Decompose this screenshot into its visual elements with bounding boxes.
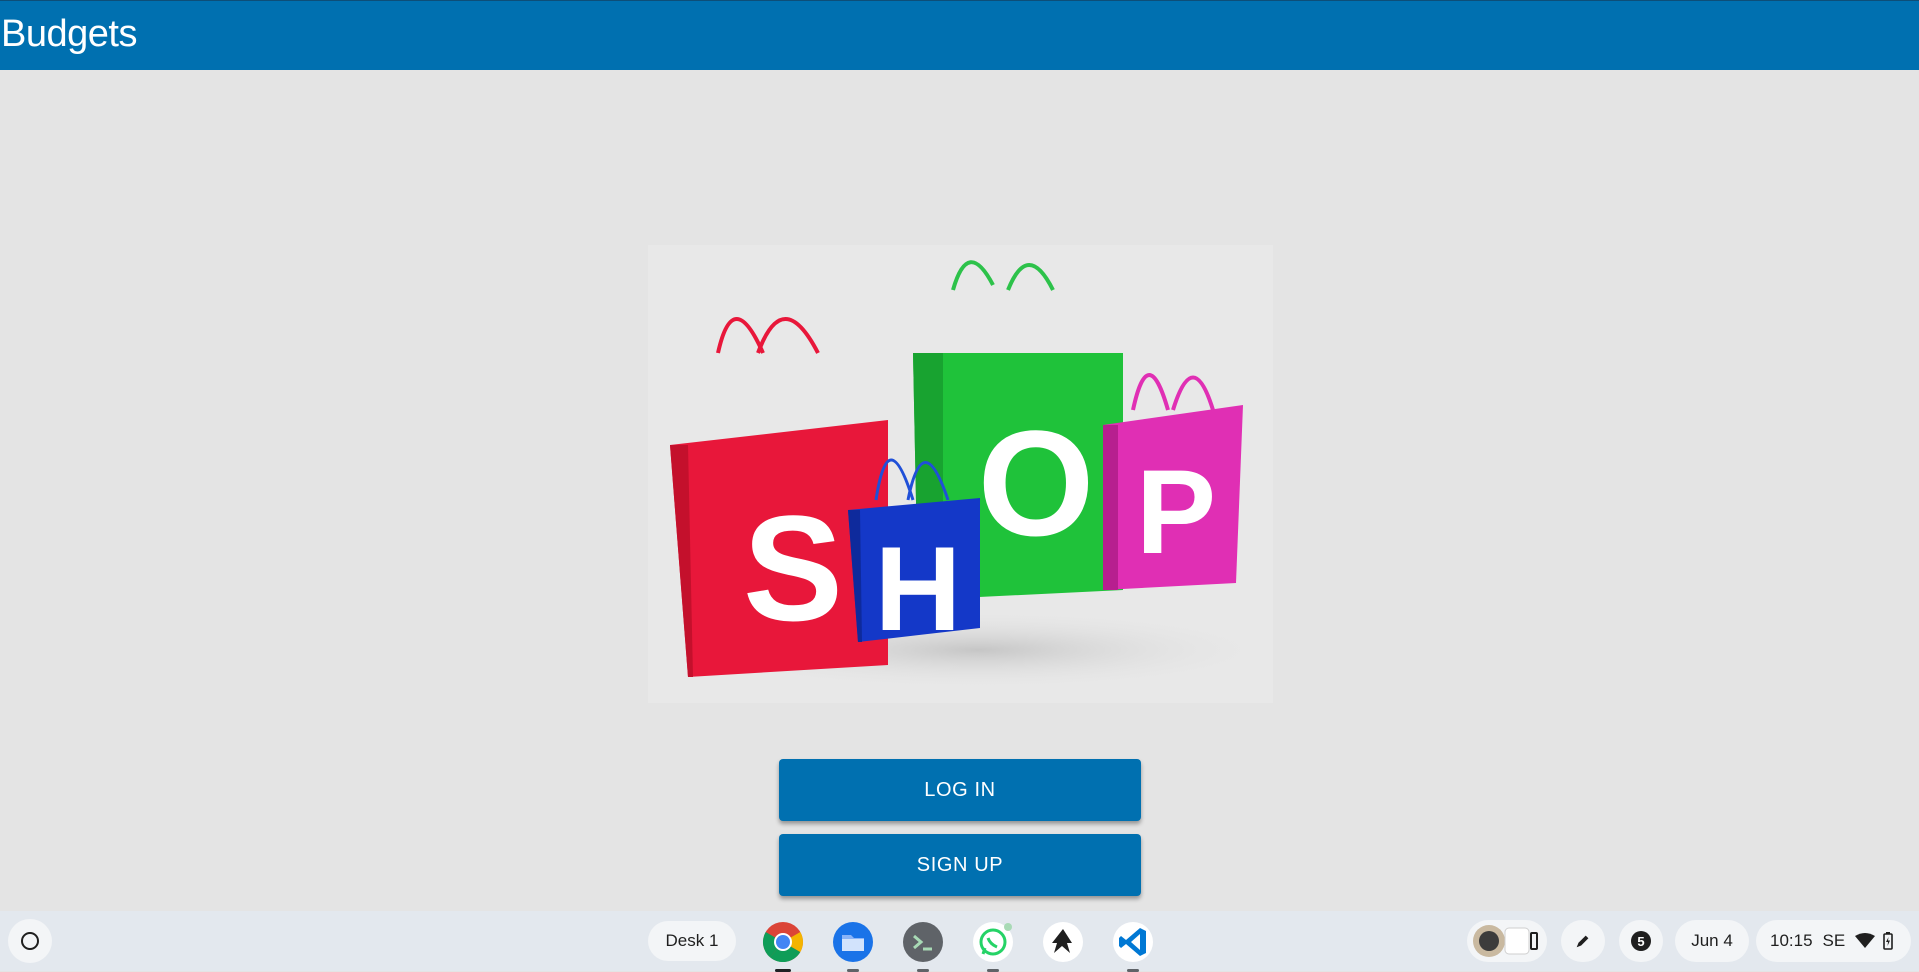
- notifications-button[interactable]: 5: [1619, 920, 1663, 962]
- app-bar: Budgets: [0, 0, 1919, 70]
- terminal-icon[interactable]: [902, 921, 944, 972]
- notification-count-badge: 5: [1631, 931, 1651, 951]
- system-shelf: Desk 1 5 Jun 4 10:15 SE: [0, 911, 1919, 972]
- vscode-icon[interactable]: [1112, 921, 1154, 972]
- signup-button[interactable]: SIGN UP: [779, 834, 1141, 896]
- date-button[interactable]: Jun 4: [1675, 920, 1749, 962]
- wifi-icon: [1855, 933, 1876, 948]
- clock: 10:15: [1770, 931, 1813, 950]
- bag-p-letter: P: [1136, 445, 1216, 579]
- app-title: Budgets: [1, 13, 137, 55]
- stylus-tools-button[interactable]: [1561, 920, 1605, 962]
- bag-h-letter: H: [875, 522, 962, 656]
- battery-icon: [1883, 932, 1894, 950]
- inkscape-icon[interactable]: [1042, 921, 1084, 963]
- date-label: Jun 4: [1691, 931, 1733, 950]
- chrome-icon[interactable]: [762, 921, 804, 972]
- login-button[interactable]: LOG IN: [779, 759, 1141, 821]
- bag-o-letter: O: [978, 399, 1095, 567]
- bag-s: S: [670, 317, 888, 677]
- pen-icon: [1576, 935, 1589, 948]
- status-area[interactable]: 10:15 SE: [1756, 920, 1911, 962]
- bag-s-letter: S: [743, 484, 843, 652]
- ime-label: SE: [1822, 931, 1846, 950]
- desk-button[interactable]: Desk 1: [648, 921, 736, 961]
- launcher-button[interactable]: [8, 919, 52, 963]
- bag-p: P: [1103, 373, 1243, 590]
- whatsapp-icon[interactable]: [972, 921, 1014, 972]
- files-icon[interactable]: [832, 921, 874, 972]
- shop-bags-illustration: O S P H: [670, 260, 1273, 690]
- launcher-icon: [21, 932, 39, 950]
- holding-space-tray[interactable]: [1467, 920, 1547, 962]
- shop-bags-image: O S P H: [648, 245, 1273, 703]
